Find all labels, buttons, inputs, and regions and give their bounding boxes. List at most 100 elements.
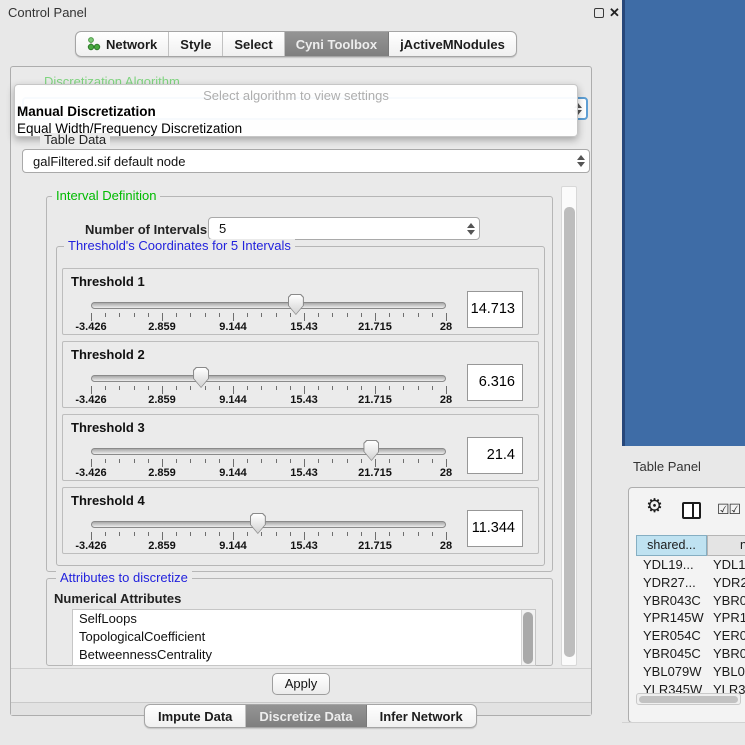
tab-select[interactable]: Select — [223, 32, 284, 56]
minor-tick — [219, 313, 220, 317]
minor-tick — [176, 459, 177, 463]
combo-stepper-icon[interactable] — [463, 223, 479, 235]
threshold-slider-track[interactable] — [91, 302, 446, 309]
tab-impute-data[interactable]: Impute Data — [145, 705, 246, 727]
tab-label: jActiveMNodules — [400, 37, 505, 52]
table-row[interactable]: YBR043CYBR0 — [636, 593, 745, 611]
minor-tick — [276, 459, 277, 463]
control-panel-tab-bar: Network Style Select Cyni Toolbox jActiveMNo… — [75, 31, 517, 57]
minor-tick — [219, 532, 220, 536]
tab-style[interactable]: Style — [169, 32, 223, 56]
list-scrollbar-track[interactable] — [521, 610, 535, 665]
control-panel-titlebar: Control Panel ✕ — [0, 0, 621, 26]
major-tick — [446, 313, 447, 321]
minor-tick — [418, 532, 419, 536]
tab-label: Style — [180, 37, 211, 52]
minor-tick — [361, 532, 362, 536]
minor-tick — [134, 459, 135, 463]
tab-discretize-data[interactable]: Discretize Data — [246, 705, 366, 727]
minor-tick — [389, 459, 390, 463]
minor-tick — [176, 313, 177, 317]
minor-tick — [105, 386, 106, 390]
algorithm-option-1[interactable]: Manual Discretization — [17, 104, 156, 119]
threshold-slider-thumb[interactable] — [250, 513, 266, 534]
panel-scrollbar-thumb[interactable] — [564, 207, 575, 657]
attribute-item[interactable]: TopologicalCoefficient — [73, 628, 535, 646]
cell-shared-name: YBR045C — [636, 646, 707, 664]
table-data-combo[interactable]: galFiltered.sif default node — [22, 149, 590, 173]
attribute-item[interactable]: BetweennessCentrality — [73, 646, 535, 664]
minor-tick — [190, 532, 191, 536]
threshold-value-field[interactable]: 21.4 — [467, 437, 523, 474]
minor-tick — [119, 459, 120, 463]
threshold-value-field[interactable]: 6.316 — [467, 364, 523, 401]
minor-tick — [403, 386, 404, 390]
minor-tick — [290, 532, 291, 536]
list-scrollbar-thumb[interactable] — [523, 612, 533, 664]
threshold-label: Threshold 4 — [71, 493, 145, 508]
threshold-value-field[interactable]: 11.344 — [467, 510, 523, 547]
columns-icon[interactable] — [682, 502, 701, 519]
tick-label: 9.144 — [203, 321, 263, 333]
tick-label: 15.43 — [274, 467, 334, 479]
major-tick — [162, 459, 163, 467]
threshold-1-box: Threshold 1-3.4262.8599.14415.4321.71528… — [62, 268, 539, 335]
float-window-icon[interactable] — [594, 8, 604, 18]
number-of-intervals-combo[interactable]: 5 — [208, 217, 480, 240]
tab-cyni-toolbox[interactable]: Cyni Toolbox — [285, 32, 389, 56]
minor-tick — [105, 313, 106, 317]
table-hscrollbar-thumb[interactable] — [639, 696, 738, 703]
table-row[interactable]: YBR045CYBR0 — [636, 646, 745, 664]
attribute-item[interactable]: SelfLoops — [73, 610, 535, 628]
tab-label: Cyni Toolbox — [296, 37, 377, 52]
tick-label: 2.859 — [132, 321, 192, 333]
numerical-attributes-list[interactable]: SelfLoopsTopologicalCoefficientBetweenne… — [72, 609, 536, 666]
close-icon[interactable]: ✕ — [609, 5, 621, 17]
tab-network[interactable]: Network — [76, 32, 169, 56]
threshold-slider-thumb[interactable] — [193, 367, 209, 388]
column-header-name[interactable]: na — [707, 535, 745, 556]
minor-tick — [432, 532, 433, 536]
tick-label: 9.144 — [203, 540, 263, 552]
threshold-slider-track[interactable] — [91, 521, 446, 528]
threshold-slider-track[interactable] — [91, 375, 446, 382]
minor-tick — [332, 313, 333, 317]
table-row[interactable]: YBL079WYBL0 — [636, 664, 745, 682]
table-row[interactable]: YER054CYER0 — [636, 628, 745, 646]
threshold-slider-track[interactable] — [91, 448, 446, 455]
table-row[interactable]: YPR145WYPR1 — [636, 610, 745, 628]
threshold-label: Threshold 3 — [71, 420, 145, 435]
minor-tick — [247, 532, 248, 536]
table-row[interactable]: YDL19...YDL1 — [636, 557, 745, 575]
minor-tick — [318, 459, 319, 463]
table-row[interactable]: YDR27...YDR2 — [636, 575, 745, 593]
checkboxes-icon[interactable]: ☑☑ — [717, 502, 740, 518]
tick-label: 9.144 — [203, 467, 263, 479]
gear-icon[interactable]: ⚙ — [646, 497, 663, 516]
major-tick — [233, 459, 234, 467]
minor-tick — [290, 459, 291, 463]
major-tick — [233, 313, 234, 321]
threshold-slider-thumb[interactable] — [363, 440, 379, 461]
minor-tick — [432, 386, 433, 390]
table-panel-title: Table Panel — [633, 459, 701, 474]
apply-button[interactable]: Apply — [272, 673, 330, 695]
major-tick — [375, 313, 376, 321]
minor-tick — [361, 459, 362, 463]
tab-infer-network[interactable]: Infer Network — [367, 705, 476, 727]
major-tick — [162, 313, 163, 321]
minor-tick — [148, 459, 149, 463]
combo-stepper-icon[interactable] — [573, 155, 589, 167]
minor-tick — [389, 313, 390, 317]
popup-hint-text: Select algorithm to view settings — [15, 88, 577, 103]
threshold-value-field[interactable]: 14.713 — [467, 291, 523, 328]
interval-definition-label: Interval Definition — [52, 189, 160, 203]
minor-tick — [290, 386, 291, 390]
column-header-shared-name[interactable]: shared... — [636, 535, 707, 556]
cell-name: YER0 — [707, 628, 745, 646]
threshold-slider-thumb[interactable] — [288, 294, 304, 315]
tab-jactivemnodules[interactable]: jActiveMNodules — [389, 32, 516, 56]
minor-tick — [219, 459, 220, 463]
minor-tick — [190, 386, 191, 390]
cell-shared-name: YDL19... — [636, 557, 707, 575]
